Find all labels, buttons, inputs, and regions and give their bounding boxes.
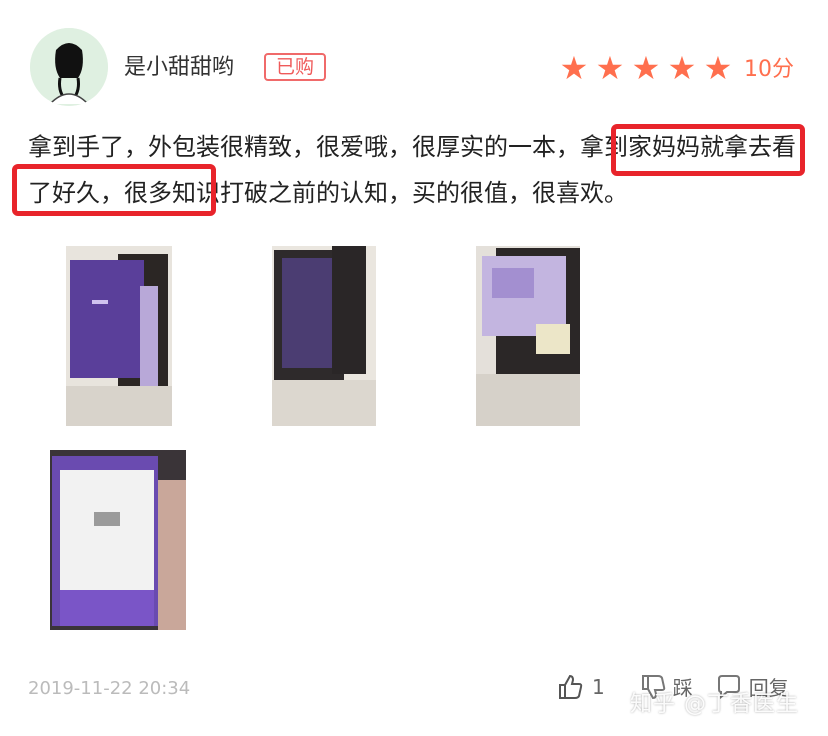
star-icon: ★	[631, 49, 661, 87]
star-icon: ★	[667, 49, 697, 87]
like-button[interactable]: 1	[556, 673, 605, 701]
photo-book-4	[50, 450, 186, 630]
highlight-box	[611, 124, 805, 176]
star-icon: ★	[595, 49, 625, 87]
thumbs-up-icon	[556, 673, 584, 701]
username[interactable]: 是小甜甜哟	[124, 52, 234, 84]
rating-stars: ★ ★ ★ ★ ★	[558, 52, 734, 84]
review-photo[interactable]	[50, 450, 186, 630]
highlight-box	[12, 164, 216, 216]
review-photo[interactable]	[476, 246, 580, 426]
star-icon: ★	[559, 49, 589, 87]
avatar[interactable]	[30, 28, 108, 106]
star-icon: ★	[703, 49, 733, 87]
purchased-badge: 已购	[264, 53, 326, 81]
review-text-part1: 拿到手了，外包装很精致，很爱哦，很厚实的一本，	[28, 133, 580, 161]
photo-box-2	[272, 246, 376, 426]
avatar-illustration	[30, 28, 108, 106]
watermark: 知乎 @丁香医生	[630, 692, 799, 717]
review-photo[interactable]	[66, 246, 172, 426]
photo-box-1	[66, 246, 172, 426]
like-count: 1	[592, 674, 605, 699]
review-photo[interactable]	[272, 246, 376, 426]
timestamp: 2019-11-22 20:34	[28, 678, 191, 699]
photo-box-3	[476, 246, 580, 426]
rating-score: 10分	[744, 57, 794, 82]
